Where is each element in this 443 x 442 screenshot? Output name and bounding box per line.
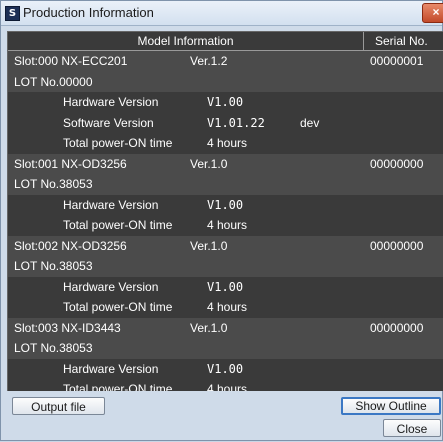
detail-label: Total power-ON time [63,136,173,150]
unit-row[interactable]: Slot:000 NX-ECC201 Ver.1.2 00000001 [8,51,443,72]
unit-row[interactable]: Slot:003 NX-ID3443 Ver.1.0 00000000 [8,317,443,338]
close-button[interactable]: Close [383,419,441,437]
detail-row[interactable]: Total power-ON time 4 hours [8,215,443,236]
detail-row[interactable]: Hardware Version V1.00 [8,359,443,380]
column-header-model-information[interactable]: Model Information [8,34,363,48]
lot-number: LOT No.38053 [14,177,93,191]
detail-value: V1.00 [207,197,244,212]
detail-label: Total power-ON time [63,300,173,314]
serial-number: 00000001 [370,54,424,68]
lot-number: LOT No.38053 [14,341,93,355]
detail-row[interactable]: Total power-ON time 4 hours [8,297,443,318]
unit-version: Ver.1.0 [190,156,228,171]
lot-number: LOT No.38053 [14,259,93,273]
detail-row[interactable]: Total power-ON time 4 hours [8,379,443,391]
serial-number: 00000000 [370,156,424,171]
lot-row[interactable]: LOT No.38053 [8,174,443,195]
lot-row[interactable]: LOT No.38053 [8,338,443,359]
unit-version: Ver.1.2 [190,54,228,68]
slot-model: Slot:003 NX-ID3443 [14,320,121,335]
detail-label: Hardware Version [63,197,159,212]
column-header-serial-no[interactable]: Serial No. [375,34,428,48]
detail-label: Hardware Version [63,95,159,109]
production-information-dialog: S Production Information × Model Informa… [0,0,443,441]
detail-value: 4 hours [207,300,248,314]
detail-value: 4 hours [207,382,248,391]
unit-version: Ver.1.0 [190,238,228,253]
info-list[interactable]: Model Information Serial No. Slot:000 NX… [7,31,443,391]
column-divider[interactable] [363,32,364,50]
slot-model: Slot:000 NX-ECC201 [14,54,128,68]
close-icon[interactable]: × [422,3,443,23]
detail-row[interactable]: Hardware Version V1.00 [8,195,443,216]
title-bar[interactable]: S Production Information × [1,1,443,26]
detail-value: V1.01.22 [207,115,265,130]
detail-label: Hardware Version [63,361,159,376]
list-rows: Slot:000 NX-ECC201 Ver.1.2 00000001 LOT No.… [8,51,443,391]
lot-row[interactable]: LOT No.38053 [8,256,443,277]
unit-row[interactable]: Slot:001 NX-OD3256 Ver.1.0 00000000 [8,153,443,174]
detail-value: 4 hours [207,218,248,232]
detail-extra: dev [300,115,320,130]
detail-row[interactable]: Total power-ON time 4 hours [8,133,443,154]
detail-label: Hardware Version [63,279,159,294]
detail-row[interactable]: Software Version V1.01.22 dev [8,113,443,134]
list-header: Model Information Serial No. [8,32,443,51]
slot-model: Slot:002 NX-OD3256 [14,238,127,253]
app-logo-icon: S [5,6,20,21]
detail-value: V1.00 [207,279,244,294]
detail-label: Software Version [63,115,154,130]
dialog-footer: Output file Show Outline Close [1,391,442,442]
lot-row[interactable]: LOT No.00000 [8,71,443,92]
unit-version: Ver.1.0 [190,320,228,335]
detail-label: Total power-ON time [63,382,173,391]
detail-row[interactable]: Hardware Version V1.00 [8,92,443,113]
window-title: Production Information [23,5,154,20]
detail-row[interactable]: Hardware Version V1.00 [8,277,443,298]
detail-label: Total power-ON time [63,218,173,232]
serial-number: 00000000 [370,238,424,253]
serial-number: 00000000 [370,320,424,335]
detail-value: V1.00 [207,95,244,109]
lot-number: LOT No.00000 [14,74,93,89]
detail-value: 4 hours [207,136,248,150]
slot-model: Slot:001 NX-OD3256 [14,156,127,171]
output-file-button[interactable]: Output file [12,397,105,415]
unit-row[interactable]: Slot:002 NX-OD3256 Ver.1.0 00000000 [8,235,443,256]
detail-value: V1.00 [207,361,244,376]
show-outline-button[interactable]: Show Outline [341,397,441,415]
